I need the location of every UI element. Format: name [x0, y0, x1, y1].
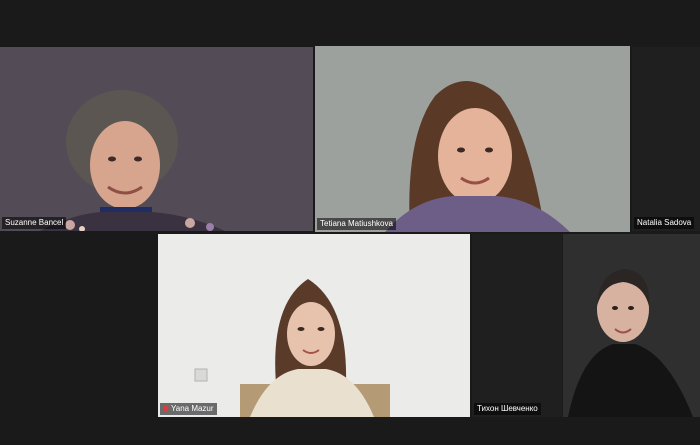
video-tile-participant[interactable]: [563, 234, 700, 417]
video-tile-natalia-sadova[interactable]: Natalia Sadova: [632, 47, 700, 231]
participant-name: Yana Mazur: [171, 404, 214, 413]
video-tile-suzanne-bancel[interactable]: Suzanne Bancel: [0, 47, 313, 231]
participant-name: Tetiana Matiushkova: [320, 219, 393, 228]
participant-name-tag: Тихон Шевченко: [474, 403, 541, 415]
participant-name-tag: Natalia Sadova: [634, 217, 695, 229]
participant-video: [563, 234, 700, 417]
microphone-muted-icon: [163, 405, 169, 413]
participant-video: [158, 234, 470, 417]
participant-name: Natalia Sadova: [637, 218, 692, 227]
participant-video: [0, 47, 313, 231]
participant-name: Тихон Шевченко: [477, 404, 538, 413]
video-tile-yana-mazur[interactable]: Yana Mazur: [158, 234, 470, 417]
participant-name-tag: Suzanne Bancel: [2, 217, 67, 229]
participant-name: Suzanne Bancel: [5, 218, 64, 227]
video-tile-tykhon-shevchenko[interactable]: Тихон Шевченко: [472, 234, 562, 417]
participant-name-tag: Yana Mazur: [160, 403, 217, 415]
video-tile-tetiana-matiushkova[interactable]: Tetiana Matiushkova: [315, 46, 630, 232]
participant-name-tag: Tetiana Matiushkova: [317, 218, 396, 230]
participant-video: [315, 46, 630, 232]
